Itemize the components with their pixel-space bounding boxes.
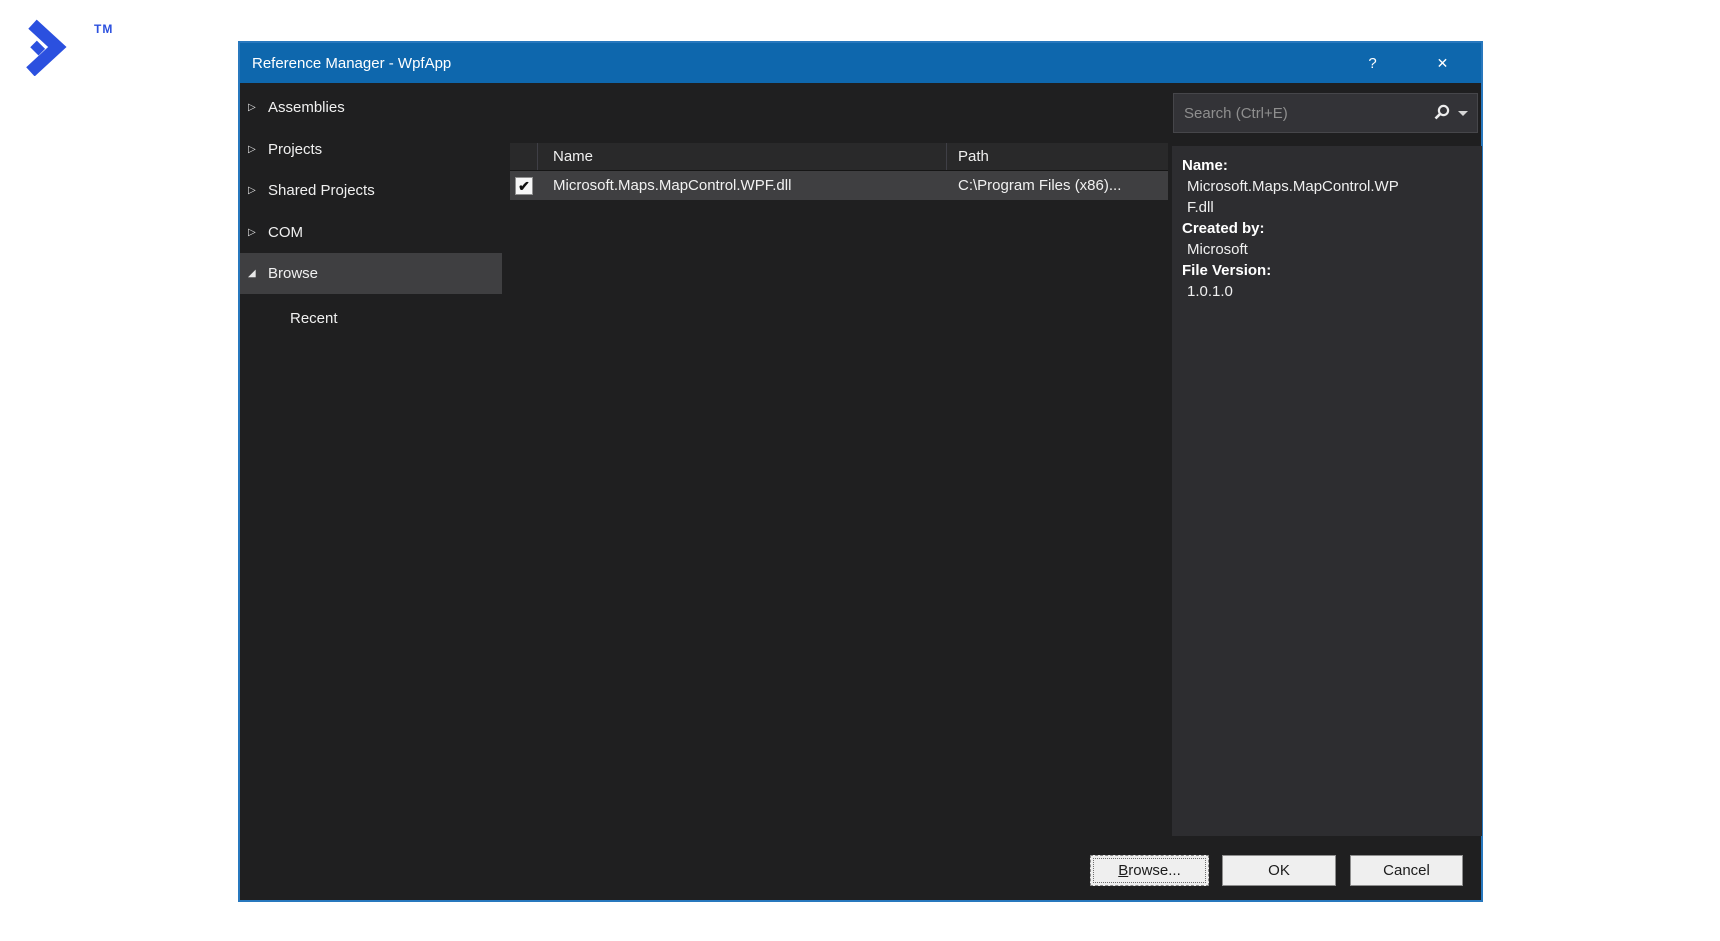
- search-box[interactable]: Search (Ctrl+E): [1173, 93, 1478, 133]
- sidebar-item-shared-projects[interactable]: ▷ Shared Projects: [240, 170, 502, 211]
- browse-label-rest: rowse...: [1128, 862, 1181, 879]
- sidebar-item-browse[interactable]: ◢ Browse: [240, 253, 502, 294]
- chevron-right-icon[interactable]: ▷: [248, 227, 268, 238]
- table-header: Name Path: [510, 143, 1168, 171]
- chevron-right-icon[interactable]: ▷: [248, 185, 268, 196]
- reference-checkbox[interactable]: ✔: [515, 177, 533, 195]
- sidebar-item-label: COM: [268, 224, 303, 241]
- checkmark-icon: ✔: [518, 179, 530, 193]
- reference-path-cell: C:\Program Files (x86)...: [947, 171, 1168, 200]
- sidebar-item-label: Assemblies: [268, 99, 345, 116]
- sidebar-item-assemblies[interactable]: ▷ Assemblies: [240, 87, 502, 128]
- dialog-titlebar[interactable]: Reference Manager - WpfApp ? ✕: [240, 43, 1481, 83]
- details-created-by-value: Microsoft: [1182, 239, 1472, 260]
- details-name-label: Name:: [1182, 155, 1472, 176]
- sidebar-item-projects[interactable]: ▷ Projects: [240, 129, 502, 170]
- search-icon[interactable]: [1430, 102, 1452, 124]
- table-row[interactable]: ✔ Microsoft.Maps.MapControl.WPF.dll C:\P…: [510, 171, 1168, 200]
- chevron-right-icon[interactable]: ▷: [248, 144, 268, 155]
- chevron-logo-icon: [24, 18, 70, 76]
- references-table: Name Path ✔ Microsoft.Maps.MapControl.WP…: [510, 143, 1168, 200]
- chevron-expanded-icon[interactable]: ◢: [248, 268, 268, 279]
- sidebar-item-com[interactable]: ▷ COM: [240, 212, 502, 253]
- search-input[interactable]: Search (Ctrl+E): [1174, 105, 1430, 122]
- details-file-version-value: 1.0.1.0: [1182, 281, 1472, 302]
- path-column-header: Path: [947, 143, 1168, 170]
- browse-button[interactable]: Browse...: [1090, 855, 1209, 886]
- checkbox-column-header: [510, 143, 538, 170]
- details-file-version-label: File Version:: [1182, 260, 1472, 281]
- sidebar-item-recent[interactable]: Recent: [240, 299, 502, 337]
- details-created-by-label: Created by:: [1182, 218, 1472, 239]
- name-column-header: Name: [538, 143, 947, 170]
- search-dropdown-caret-icon[interactable]: [1458, 111, 1468, 116]
- dialog-content: ▷ Assemblies ▷ Projects ▷ Shared Project…: [240, 83, 1481, 900]
- sidebar-item-label: Recent: [290, 310, 338, 327]
- sidebar-item-label: Browse: [268, 265, 318, 282]
- sidebar-item-label: Shared Projects: [268, 182, 375, 199]
- ok-button[interactable]: OK: [1222, 855, 1336, 886]
- chevron-right-icon[interactable]: ▷: [248, 102, 268, 113]
- details-name-value: Microsoft.Maps.MapControl.WPF.dll: [1182, 176, 1408, 218]
- details-panel: Name: Microsoft.Maps.MapControl.WPF.dll …: [1172, 146, 1482, 836]
- reference-manager-dialog: Reference Manager - WpfApp ? ✕ ▷ Assembl…: [238, 41, 1483, 902]
- close-button[interactable]: ✕: [1420, 43, 1465, 83]
- trademark-label: TM: [94, 22, 113, 36]
- dialog-title: Reference Manager - WpfApp: [240, 55, 1350, 72]
- browse-accesskey: B: [1118, 862, 1128, 879]
- reference-name-cell: Microsoft.Maps.MapControl.WPF.dll: [538, 171, 947, 200]
- help-button[interactable]: ?: [1350, 43, 1395, 83]
- sidebar-item-label: Projects: [268, 141, 322, 158]
- cancel-button[interactable]: Cancel: [1350, 855, 1463, 886]
- brand-logo: TM: [24, 14, 134, 84]
